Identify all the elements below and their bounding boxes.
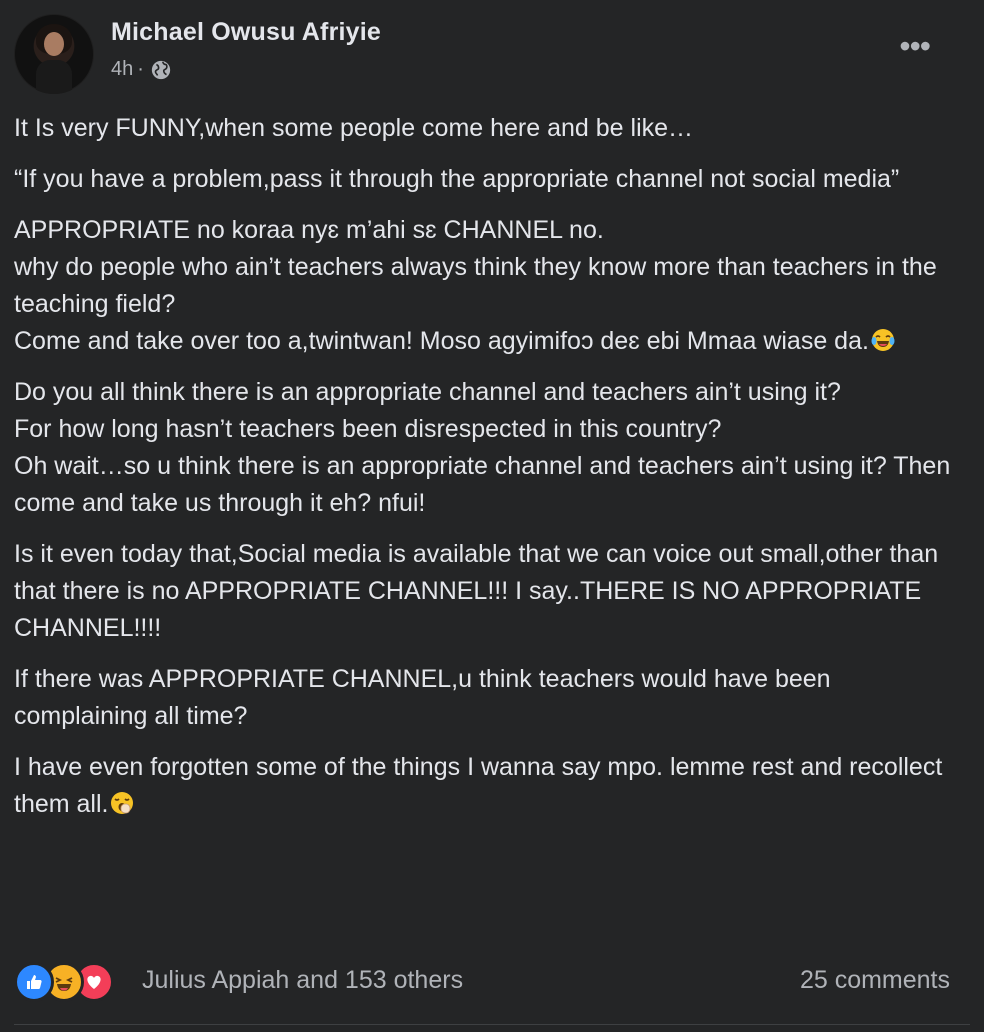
reaction-summary[interactable] (14, 962, 114, 1002)
post-timestamp[interactable]: 4h (111, 58, 133, 81)
post-paragraph: If there was APPROPRIATE CHANNEL,u think… (14, 665, 838, 730)
post-paragraph: Do you all think there is an appropriate… (14, 378, 951, 517)
footer-divider (14, 1024, 970, 1025)
post-paragraph: Is it even today that,Social media is av… (14, 540, 946, 642)
facebook-post: Michael Owusu Afriyie 4h · ••• It Is ver… (0, 0, 984, 1032)
author-name[interactable]: Michael Owusu Afriyie (111, 18, 381, 47)
meta-separator: · (137, 58, 144, 80)
post-paragraph: APPROPRIATE no koraa nyɛ m’ahi sɛ CHANNE… (14, 216, 937, 355)
yawning-emoji (111, 792, 134, 814)
post-footer: Julius Appiah and 153 others 25 comments (14, 958, 950, 1008)
post-paragraph: “If you have a problem,pass it through t… (14, 165, 900, 193)
more-options-icon[interactable]: ••• (899, 30, 931, 62)
tears-of-joy-emoji (871, 329, 895, 351)
globe-icon (151, 60, 171, 79)
author-avatar[interactable] (14, 14, 94, 94)
post-header: Michael Owusu Afriyie 4h · ••• (14, 14, 970, 96)
post-paragraph: It Is very FUNNY,when some people come h… (14, 114, 694, 142)
post-meta: 4h · (111, 58, 172, 81)
like-icon (14, 962, 54, 1002)
comments-count-link[interactable]: 25 comments (800, 966, 950, 995)
reactors-link[interactable]: Julius Appiah and 153 others (142, 966, 463, 995)
post-body: It Is very FUNNY,when some people come h… (14, 110, 964, 837)
post-paragraph: I have even forgotten some of the things… (14, 753, 950, 818)
